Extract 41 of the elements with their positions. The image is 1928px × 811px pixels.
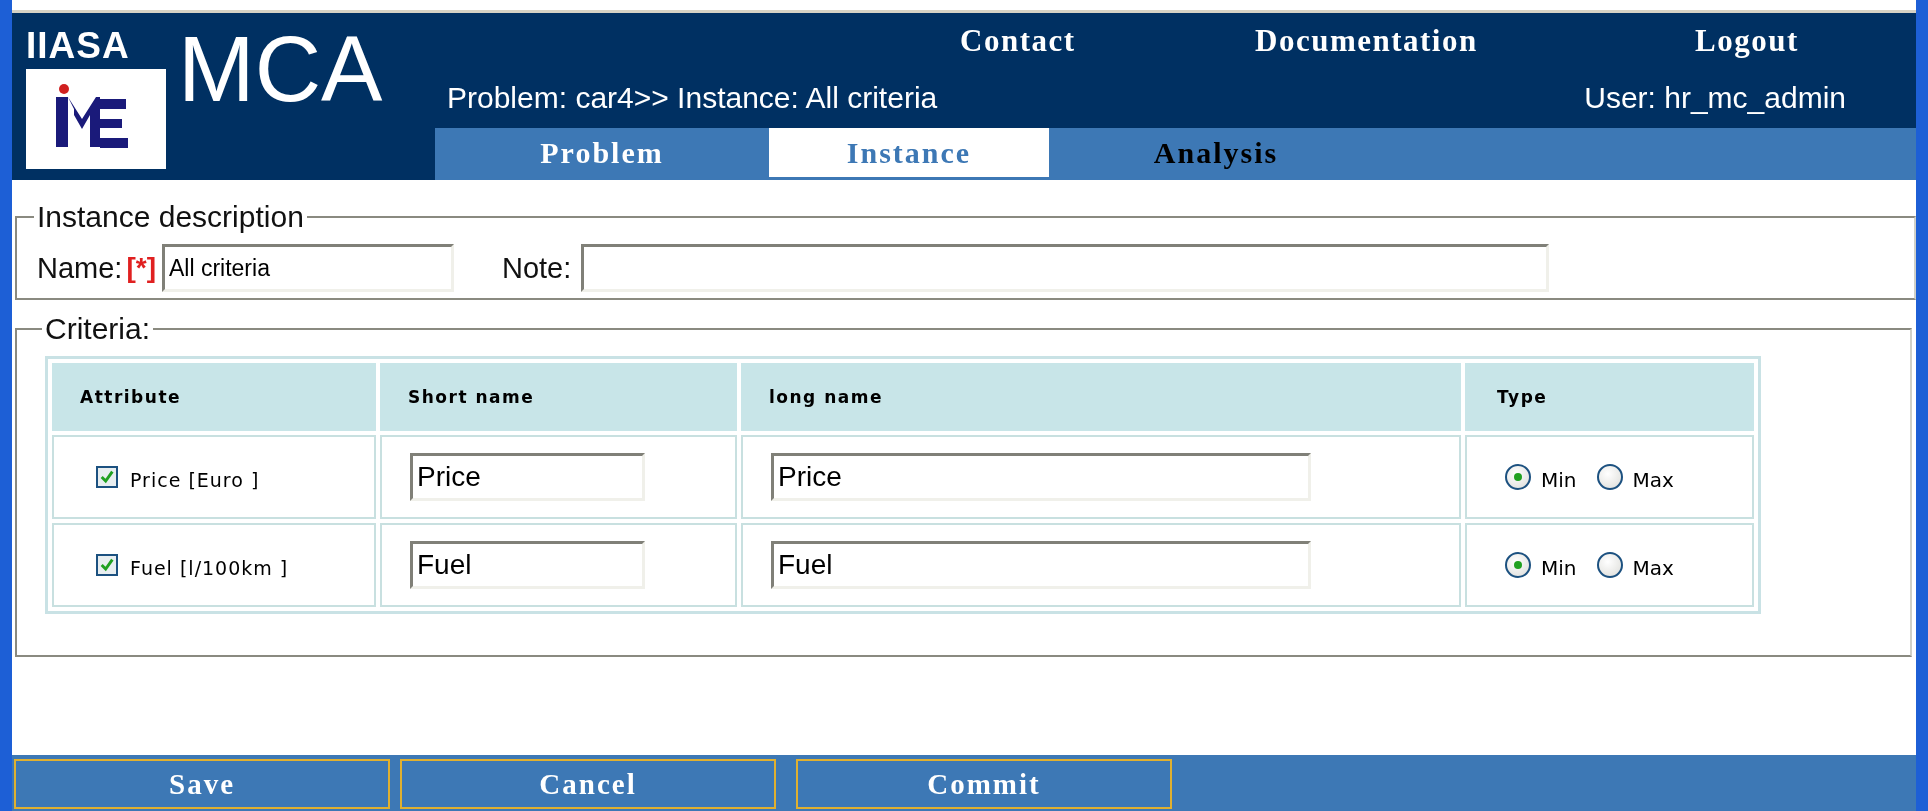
radio-label: Max [1632,556,1674,580]
column-header: Short name [380,363,737,431]
note-label: Note: [501,251,572,285]
radio-button[interactable] [1596,552,1623,578]
required-mark: [*] [126,252,156,284]
long-name-field[interactable]: Fuel [771,541,1311,589]
panel-legend: Instance description [34,200,307,234]
logo-icon [26,69,166,169]
attribute-label: Fuel [l/100km ] [130,557,289,579]
panel-legend: Criteria: [42,312,153,346]
tab[interactable]: Analysis [1061,128,1371,177]
name-label: Name: [37,251,123,285]
footer-button[interactable]: Commit [796,759,1172,809]
attribute-label: Price [Euro ] [130,469,260,491]
radio-label: Max [1632,468,1674,492]
footer-button[interactable]: Cancel [400,759,776,809]
name-field[interactable]: All criteria [161,244,454,292]
tab[interactable]: Problem [447,128,757,177]
radio-button[interactable] [1505,464,1531,490]
column-header: long name [741,363,1461,431]
breadcrumb: Problem: car4>> Instance: All criteria [447,81,938,115]
org-logo-text: IIASA [26,27,131,65]
checkbox[interactable] [96,554,118,576]
column-header: Type [1465,363,1754,431]
radio-button[interactable] [1505,552,1531,578]
header-link[interactable]: Contact [960,22,1255,59]
app-title: MCA [178,29,383,109]
radio-button[interactable] [1596,464,1623,490]
column-header: Attribute [52,363,376,431]
checkbox[interactable] [96,466,118,488]
footer-button[interactable]: Save [14,759,390,809]
tab[interactable]: Instance [769,128,1049,177]
radio-label: Min [1541,556,1577,580]
header-link[interactable]: Documentation [1255,22,1695,59]
short-name-field[interactable]: Price [410,453,645,501]
radio-label: Min [1541,468,1577,492]
user-label: User: hr_mc_admin [1584,81,1846,115]
long-name-field[interactable]: Price [771,453,1311,501]
short-name-field[interactable]: Fuel [410,541,645,589]
header-link[interactable]: Logout [1695,22,1799,59]
note-field[interactable] [581,244,1550,292]
